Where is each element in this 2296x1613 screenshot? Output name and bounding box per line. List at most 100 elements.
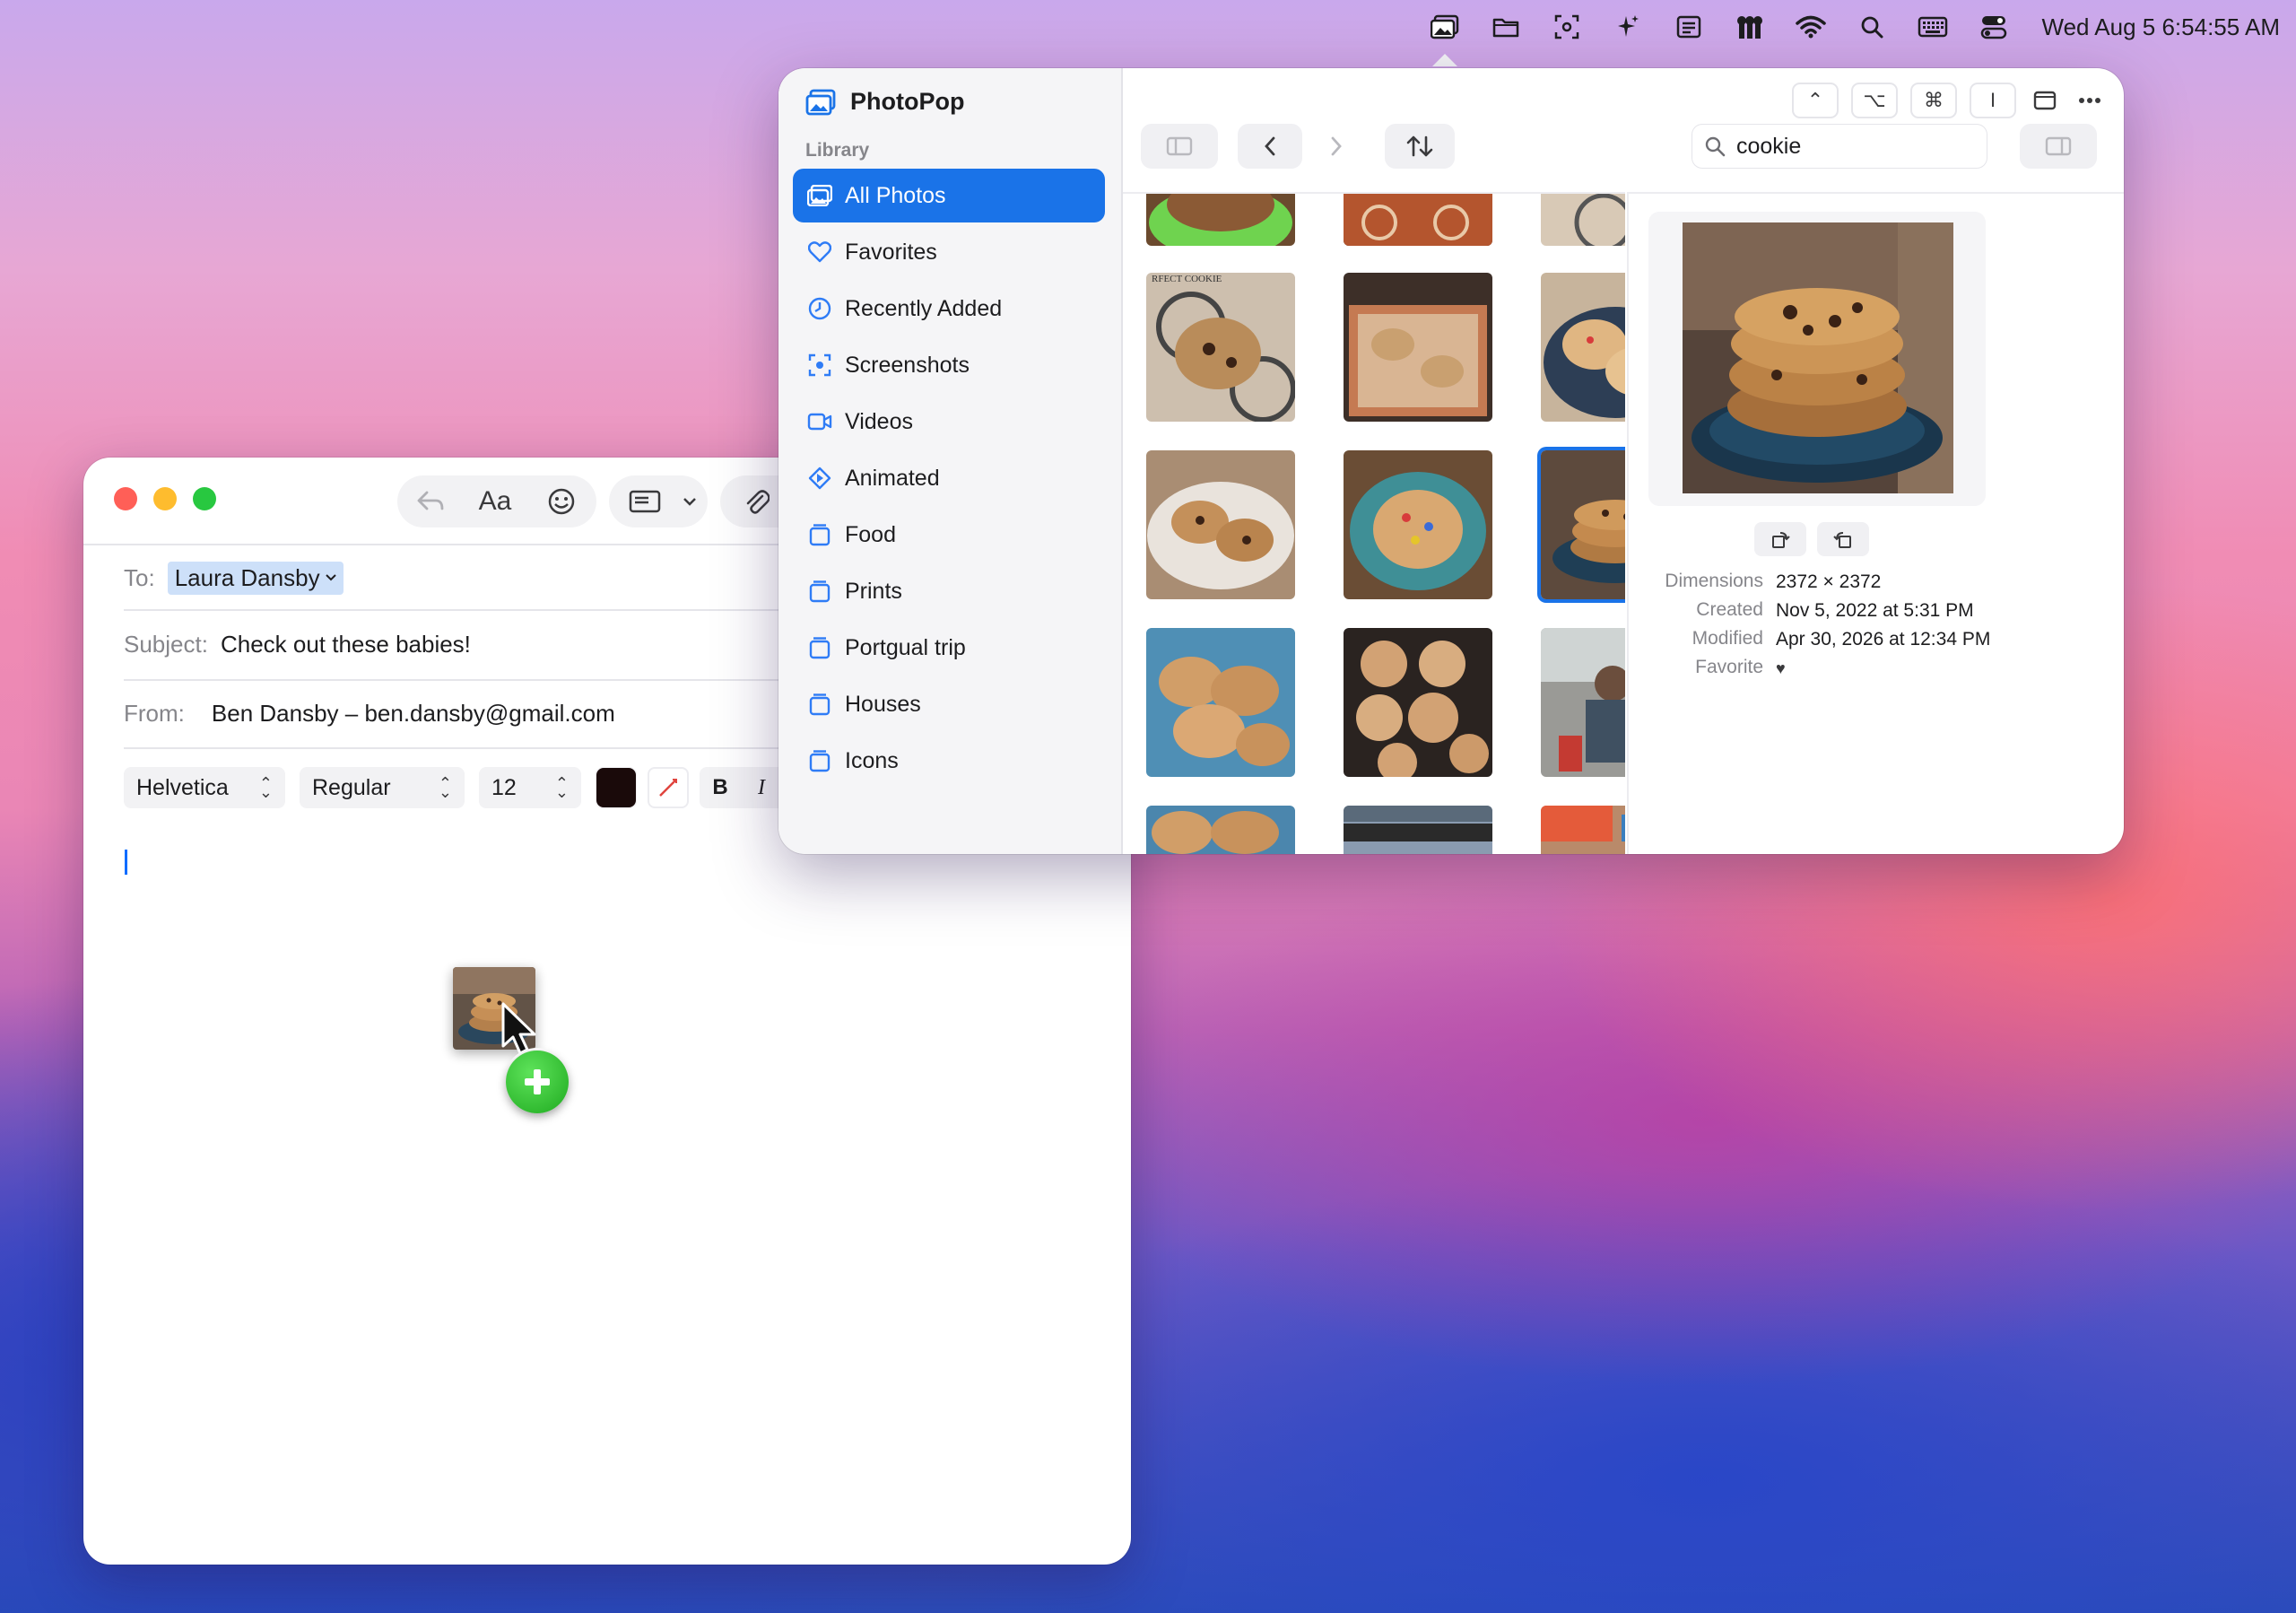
photo-thumbnail[interactable] <box>1541 806 1625 854</box>
italic-button[interactable]: I <box>741 767 782 808</box>
photo-thumbnail[interactable] <box>1146 194 1295 246</box>
format-bar: Helvetica ⌃ ⌄ Regular ⌃ ⌄ 12 ⌃ ⌄ B I <box>124 766 782 809</box>
sparkle-icon[interactable] <box>1597 0 1658 54</box>
photo-thumbnail[interactable] <box>1146 628 1295 777</box>
app-title: PhotoPop <box>805 88 964 116</box>
subject-label: Subject: <box>124 630 208 658</box>
info-key-button[interactable]: I <box>1970 83 2016 118</box>
sidebar-item-label: Portgual trip <box>845 634 966 660</box>
font-family-value: Helvetica <box>136 774 229 800</box>
rotate-buttons <box>1754 522 1869 556</box>
up-down-chevron-icon: ⌃ ⌄ <box>554 774 569 801</box>
header-fields-button[interactable] <box>609 475 708 527</box>
photo-thumbnail[interactable] <box>1344 806 1492 854</box>
wifi-icon[interactable] <box>1780 0 1841 54</box>
sidebar-item-all-photos[interactable]: All Photos <box>793 169 1105 222</box>
search-icon[interactable] <box>1841 0 1902 54</box>
from-value[interactable]: Ben Dansby – ben.dansby@gmail.com <box>212 700 615 728</box>
photopop-icon[interactable] <box>1414 0 1475 66</box>
folder-icon[interactable] <box>1475 0 1536 54</box>
close-window-button[interactable] <box>114 487 137 510</box>
screenshot-icon[interactable] <box>1536 0 1597 54</box>
font-size-popup[interactable]: 12 ⌃ ⌄ <box>479 767 581 808</box>
sidebar-item-food[interactable]: Food <box>793 508 1105 562</box>
photo-preview[interactable] <box>1683 222 1953 493</box>
inspector-panel: Dimensions 2372 × 2372 Created Nov 5, 20… <box>1627 192 2124 854</box>
sidebar-icon <box>1166 136 1193 156</box>
forward-button[interactable] <box>1304 124 1369 169</box>
rotate-left-button[interactable] <box>1754 522 1806 556</box>
more-icon[interactable] <box>2074 83 2106 118</box>
option-key-button[interactable]: ⌥ <box>1851 83 1898 118</box>
album-icon <box>807 748 832 773</box>
photo-thumbnail[interactable]: RFECT COOKIE <box>1146 273 1295 422</box>
sidebar-item-icons[interactable]: Icons <box>793 734 1105 788</box>
photo-thumbnail[interactable] <box>1344 628 1492 777</box>
sort-button[interactable] <box>1385 124 1455 169</box>
zoom-window-button[interactable] <box>193 487 216 510</box>
font-weight-popup[interactable]: Regular ⌃ ⌄ <box>300 767 465 808</box>
sidebar-item-screenshots[interactable]: Screenshots <box>793 338 1105 392</box>
to-label: To: <box>124 563 155 591</box>
control-center-icon[interactable] <box>1963 0 2024 54</box>
meta-row-dimensions: Dimensions 2372 × 2372 <box>1647 571 1996 594</box>
keyboard-icon[interactable] <box>1902 0 1963 54</box>
photo-thumbnail[interactable] <box>1344 194 1492 246</box>
sidebar-item-recently-added[interactable]: Recently Added <box>793 282 1105 336</box>
sidebar-item-favorites[interactable]: Favorites <box>793 225 1105 279</box>
dimensions-value: 2372 × 2372 <box>1776 571 1882 592</box>
chevron-left-icon <box>1265 136 1275 156</box>
sidebar-item-label: Videos <box>845 408 913 434</box>
emoji-icon[interactable] <box>528 475 595 527</box>
rotate-right-button[interactable] <box>1817 522 1869 556</box>
favorite-heart-icon[interactable]: ♥ <box>1776 657 1996 680</box>
photo-thumbnail[interactable] <box>1541 273 1625 422</box>
search-input[interactable]: cookie <box>1736 134 1801 160</box>
window-layout-icon[interactable] <box>2029 83 2061 118</box>
menubar-clock[interactable]: Wed Aug 5 6:54:55 AM <box>2042 13 2280 41</box>
sort-arrows-icon <box>1406 135 1433 157</box>
photo-thumbnail-selected[interactable] <box>1541 450 1625 599</box>
keys-icon[interactable] <box>1719 0 1780 54</box>
sidebar-item-animated[interactable]: Animated <box>793 451 1105 505</box>
search-field[interactable]: cookie <box>1692 124 1987 169</box>
recipient-name: Laura Dansby <box>174 563 320 591</box>
meta-row-created: Created Nov 5, 2022 at 5:31 PM <box>1647 599 1996 623</box>
bold-button[interactable]: B <box>700 767 741 808</box>
library-section-label: Library <box>805 140 870 161</box>
font-family-popup[interactable]: Helvetica ⌃ ⌄ <box>124 767 285 808</box>
sidebar-toggle-button[interactable] <box>1141 124 1218 169</box>
photo-thumbnail[interactable] <box>1146 450 1295 599</box>
format-text-button[interactable]: Aa <box>462 475 528 527</box>
photos-icon <box>807 183 832 208</box>
photos-toolbar: cookie <box>1123 124 2124 183</box>
minimize-window-button[interactable] <box>153 487 177 510</box>
modified-label: Modified <box>1692 628 1763 649</box>
sidebar-item-portgual-trip[interactable]: Portgual trip <box>793 621 1105 675</box>
command-key-button[interactable]: ⌘ <box>1910 83 1957 118</box>
sidebar-nav: All Photos Favorites Recently Added Scre… <box>793 169 1105 790</box>
photo-grid: RFECT COOKIE <box>1123 192 1625 854</box>
back-button[interactable] <box>1238 124 1302 169</box>
photo-thumbnail[interactable] <box>1344 273 1492 422</box>
photo-thumbnail[interactable] <box>1146 806 1295 854</box>
send-icon[interactable] <box>399 475 462 527</box>
sidebar-item-prints[interactable]: Prints <box>793 564 1105 618</box>
photo-thumbnail[interactable] <box>1344 450 1492 599</box>
control-key-button[interactable]: ⌃ <box>1792 83 1839 118</box>
paperclip-icon <box>729 475 783 527</box>
photo-thumbnail[interactable] <box>1541 194 1625 246</box>
background-color-button[interactable] <box>648 767 689 808</box>
sidebar-item-houses[interactable]: Houses <box>793 677 1105 731</box>
dimensions-label: Dimensions <box>1665 571 1763 591</box>
rotate-right-icon <box>1833 532 1851 548</box>
text-color-button[interactable] <box>596 767 637 808</box>
recipient-token[interactable]: Laura Dansby <box>167 561 344 595</box>
subject-value[interactable]: Check out these babies! <box>221 631 471 658</box>
photo-thumbnail[interactable] <box>1541 628 1625 777</box>
reader-icon[interactable] <box>1658 0 1719 54</box>
album-icon <box>807 692 832 717</box>
copy-plus-icon <box>506 1051 569 1113</box>
inspector-toggle-button[interactable] <box>2020 124 2097 169</box>
sidebar-item-videos[interactable]: Videos <box>793 395 1105 449</box>
